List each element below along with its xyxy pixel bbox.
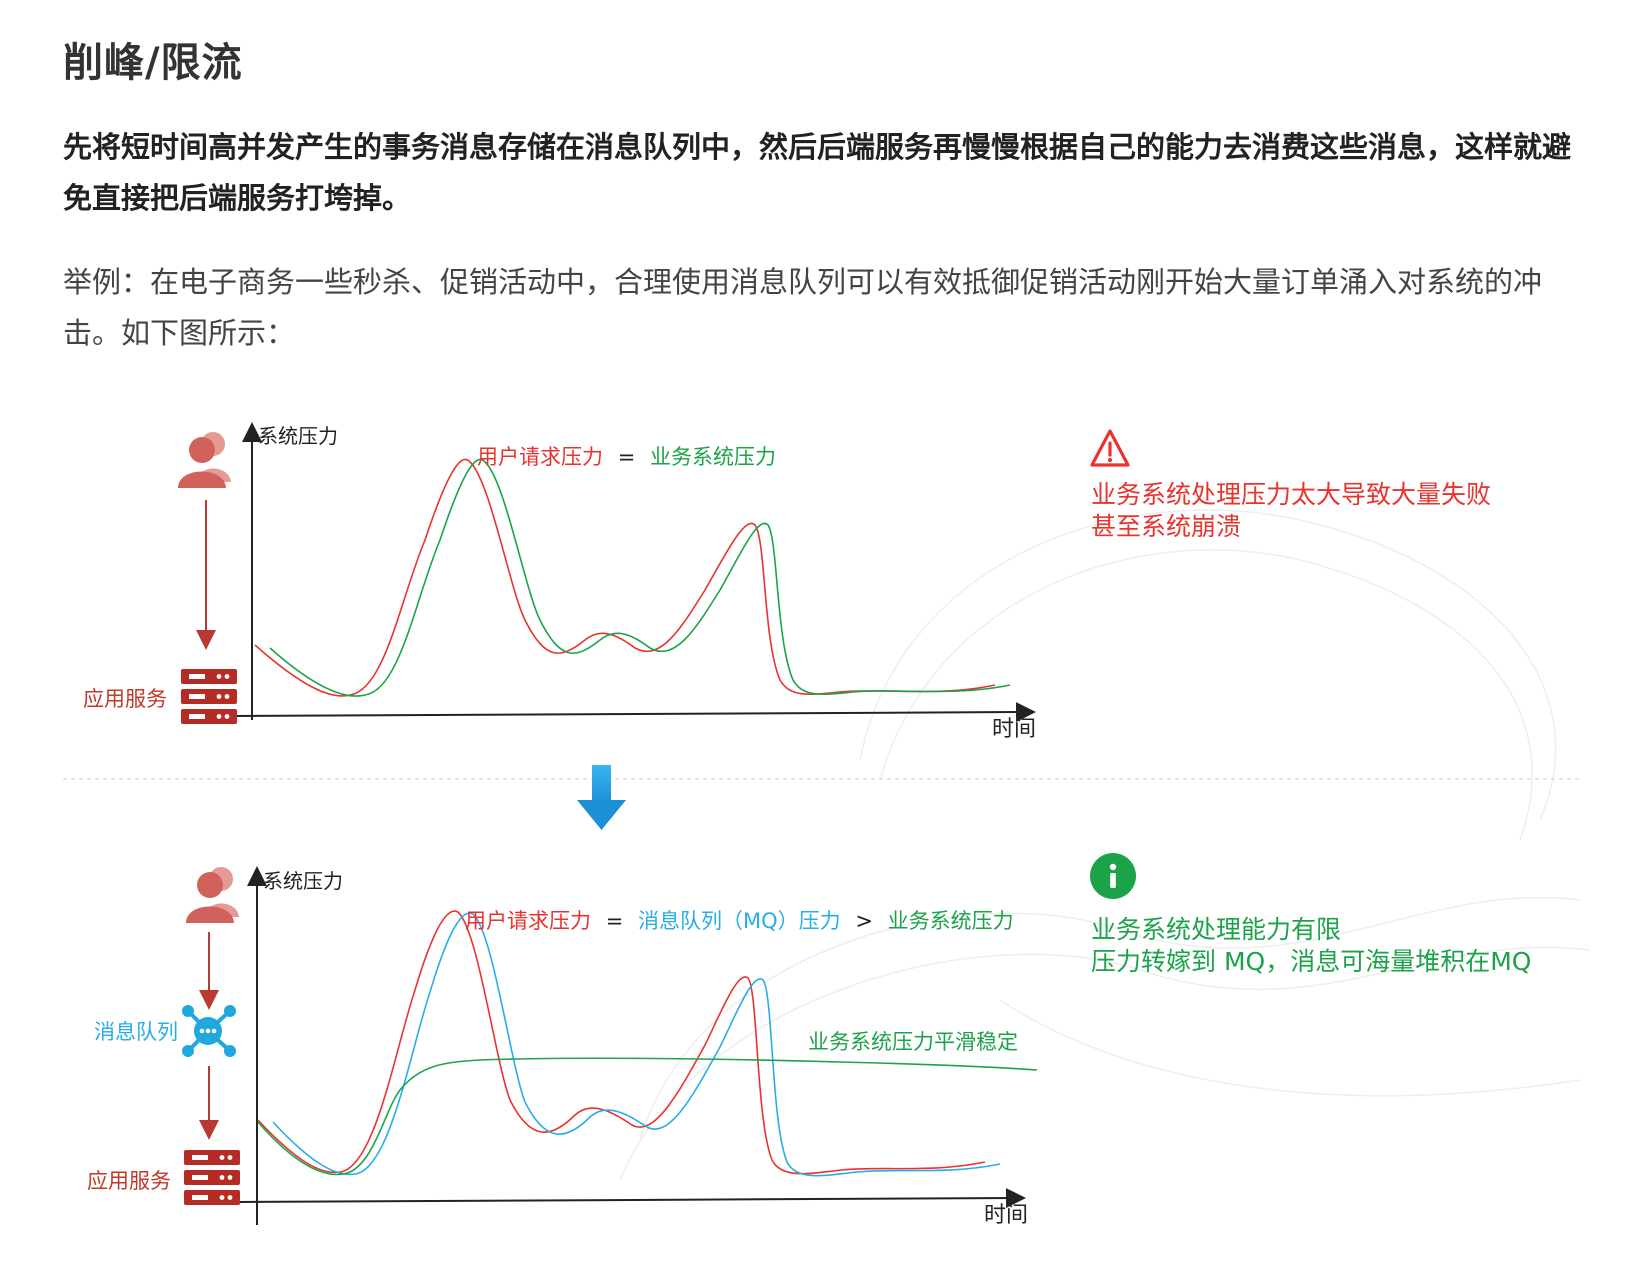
top-diagram: 系统压力 时间 用户请求压力 = 业务系统压力 应用服务 业务系统处理压力太大导… xyxy=(83,422,1491,742)
background-decoration xyxy=(619,509,1591,1181)
bottom-y-axis-label: 系统压力 xyxy=(263,869,343,893)
top-warning-line1: 业务系统处理压力太大导致大量失败 xyxy=(1091,480,1491,509)
bottom-legend: 用户请求压力 = 消息队列（MQ）压力 > 业务系统压力 xyxy=(465,909,1014,933)
users-icon xyxy=(178,432,231,488)
bottom-info-line1: 业务系统处理能力有限 xyxy=(1091,915,1341,944)
bottom-legend-user-pressure: 用户请求压力 xyxy=(465,909,591,933)
bottom-legend-business-pressure: 业务系统压力 xyxy=(888,909,1014,933)
bottom-x-axis xyxy=(239,1188,1026,1209)
bottom-smooth-label: 业务系统压力平滑稳定 xyxy=(808,1030,1018,1054)
bottom-app-service-label: 应用服务 xyxy=(87,1169,171,1193)
top-legend: 用户请求压力 = 业务系统压力 xyxy=(477,445,776,469)
bottom-legend-mq-pressure: 消息队列（MQ）压力 xyxy=(638,909,841,933)
peak-shaving-diagram: 系统压力 时间 用户请求压力 = 业务系统压力 应用服务 业务系统处理压力太大导… xyxy=(63,422,1591,1228)
top-legend-eq: = xyxy=(618,445,636,469)
top-app-service-label: 应用服务 xyxy=(83,687,167,711)
server-icon xyxy=(184,1150,240,1205)
top-curve-user-request xyxy=(254,458,996,697)
server-icon xyxy=(181,669,237,724)
users-icon xyxy=(186,867,239,923)
top-x-axis-label: 时间 xyxy=(992,717,1036,742)
top-y-axis-label: 系统压力 xyxy=(258,424,338,448)
top-legend-user-pressure: 用户请求压力 xyxy=(477,445,603,469)
message-queue-icon xyxy=(182,1005,236,1057)
top-warning-line2: 甚至系统崩溃 xyxy=(1091,512,1241,541)
top-legend-business-pressure: 业务系统压力 xyxy=(650,445,776,469)
arrow-down-icon xyxy=(577,765,626,830)
bottom-info-line2: 压力转嫁到 MQ，消息可海量堆积在MQ xyxy=(1091,947,1531,976)
bottom-legend-gt: > xyxy=(855,909,873,933)
warning-icon xyxy=(1090,429,1130,467)
bottom-legend-eq: = xyxy=(606,909,624,933)
bottom-queue-label: 消息队列 xyxy=(94,1020,178,1044)
info-icon xyxy=(1090,853,1136,899)
bottom-x-axis-label: 时间 xyxy=(984,1203,1028,1228)
bottom-diagram: 系统压力 时间 用户请求压力 = 消息队列（MQ）压力 > 业务系统压力 业务系… xyxy=(87,853,1531,1228)
